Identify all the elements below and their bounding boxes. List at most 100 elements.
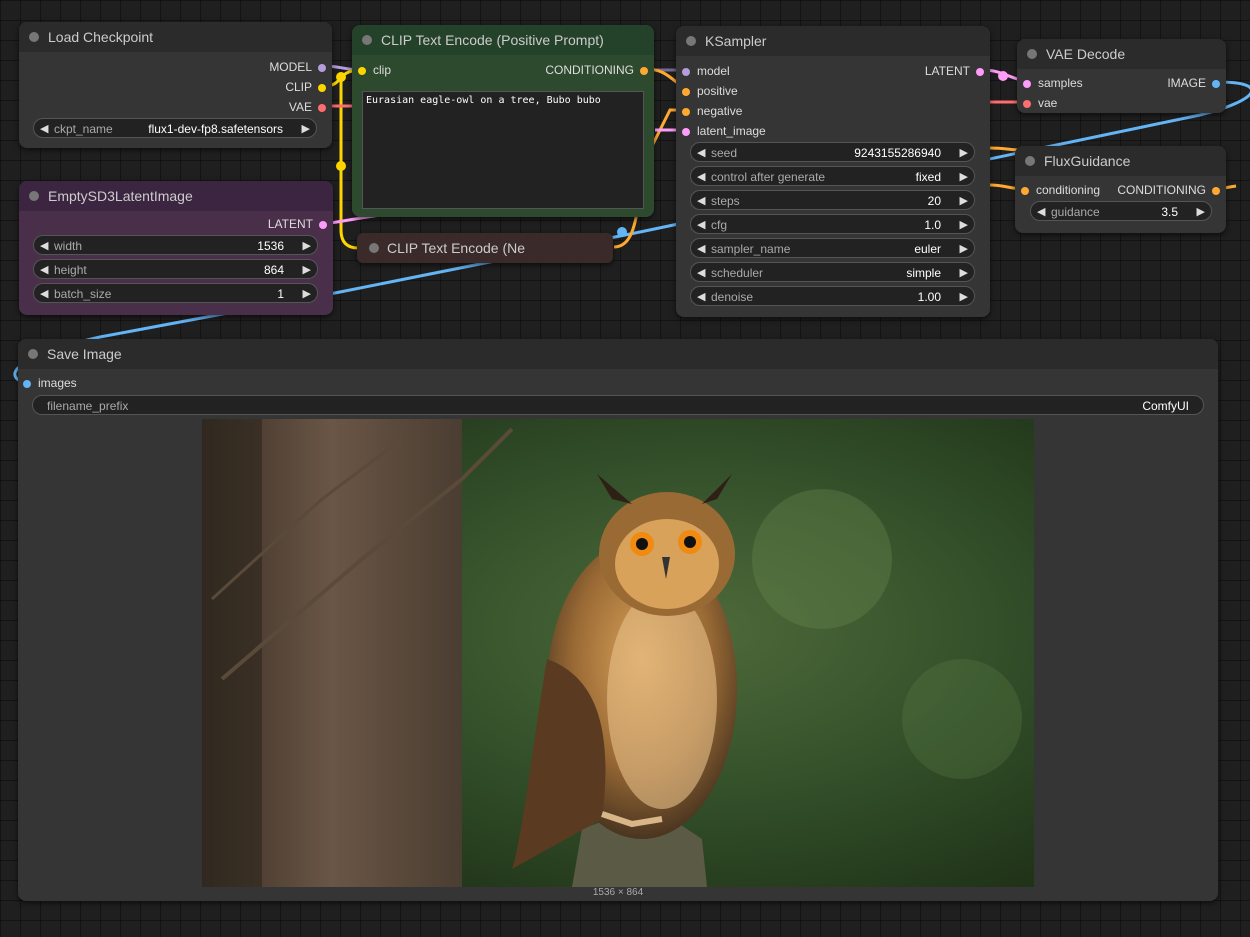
cfg-number[interactable]: ◀ cfg 1.0 ▶	[690, 214, 975, 234]
input-latent-image[interactable]: latent_image	[682, 124, 766, 138]
clip-text-encode-negative-node[interactable]: CLIP Text Encode (Ne	[357, 233, 613, 263]
denoise-number[interactable]: ◀ denoise 1.00 ▶	[690, 286, 975, 306]
node-title-bar[interactable]: Load Checkpoint	[19, 22, 332, 52]
arrow-right-icon[interactable]: ▶	[960, 143, 968, 163]
width-number[interactable]: ◀ width 1536 ▶	[33, 235, 318, 255]
node-title-bar[interactable]: Save Image	[18, 339, 1218, 369]
widget-value: 864	[263, 263, 284, 277]
arrow-left-icon[interactable]: ◀	[40, 284, 48, 304]
output-clip[interactable]: CLIP	[285, 80, 326, 94]
arrow-left-icon[interactable]: ◀	[697, 143, 705, 163]
arrow-left-icon[interactable]: ◀	[697, 191, 705, 211]
sampler-name-combo[interactable]: ◀ sampler_name euler ▶	[690, 238, 975, 258]
input-samples[interactable]: samples	[1023, 76, 1083, 90]
widget-label: steps	[711, 194, 740, 208]
arrow-right-icon[interactable]: ▶	[960, 239, 968, 259]
arrow-left-icon[interactable]: ◀	[40, 236, 48, 256]
arrow-right-icon[interactable]: ▶	[303, 260, 311, 280]
arrow-right-icon[interactable]: ▶	[302, 119, 310, 139]
node-title-bar[interactable]: KSampler	[676, 26, 990, 56]
arrow-left-icon[interactable]: ◀	[697, 287, 705, 307]
input-images[interactable]: images	[23, 376, 77, 390]
port-dot-icon[interactable]	[640, 66, 648, 75]
port-dot-icon[interactable]	[682, 107, 690, 116]
arrow-left-icon[interactable]: ◀	[697, 263, 705, 283]
port-label: positive	[697, 84, 738, 98]
input-negative[interactable]: negative	[682, 104, 742, 118]
output-model[interactable]: MODEL	[269, 60, 326, 74]
output-vae[interactable]: VAE	[289, 100, 326, 114]
port-dot-icon[interactable]	[358, 66, 366, 75]
steps-number[interactable]: ◀ steps 20 ▶	[690, 190, 975, 210]
arrow-left-icon[interactable]: ◀	[697, 215, 705, 235]
save-image-node[interactable]: Save Image images filename_prefix ComfyU…	[18, 339, 1218, 901]
port-label: IMAGE	[1167, 76, 1206, 90]
guidance-number[interactable]: ◀ guidance 3.5 ▶	[1030, 201, 1212, 221]
port-dot-icon[interactable]	[319, 220, 327, 229]
port-dot-icon[interactable]	[1023, 99, 1031, 108]
port-dot-icon[interactable]	[976, 67, 984, 76]
empty-sd3-latent-image-node[interactable]: EmptySD3LatentImage LATENT ◀ width 1536 …	[19, 181, 333, 315]
arrow-left-icon[interactable]: ◀	[1037, 202, 1045, 222]
ckpt-name-combo[interactable]: ◀ ckpt_name flux1-dev-fp8.safetensors ▶	[33, 118, 317, 138]
widget-label: denoise	[711, 290, 754, 304]
arrow-left-icon[interactable]: ◀	[697, 167, 705, 187]
seed-number[interactable]: ◀ seed 924315528694​0 ▶	[690, 142, 975, 162]
port-dot-icon[interactable]	[1212, 186, 1220, 195]
port-dot-icon[interactable]	[23, 379, 31, 388]
port-dot-icon[interactable]	[682, 87, 690, 96]
arrow-right-icon[interactable]: ▶	[960, 167, 968, 187]
output-latent[interactable]: LATENT	[925, 64, 984, 78]
clip-text-encode-positive-node[interactable]: CLIP Text Encode (Positive Prompt) clip …	[352, 25, 654, 217]
node-title-bar[interactable]: VAE Decode	[1017, 39, 1226, 69]
arrow-right-icon[interactable]: ▶	[960, 287, 968, 307]
prompt-textarea[interactable]: Eurasian eagle-owl on a tree, Bubo bubo	[362, 91, 644, 209]
arrow-left-icon[interactable]: ◀	[40, 260, 48, 280]
node-title-bar[interactable]: CLIP Text Encode (Positive Prompt)	[352, 25, 654, 55]
arrow-right-icon[interactable]: ▶	[960, 191, 968, 211]
arrow-right-icon[interactable]: ▶	[303, 236, 311, 256]
port-dot-icon[interactable]	[318, 63, 326, 72]
filename-prefix-text[interactable]: filename_prefix ComfyUI	[32, 395, 1204, 415]
ksampler-node[interactable]: KSampler model LATENT positive negative …	[676, 26, 990, 317]
load-checkpoint-node[interactable]: Load Checkpoint MODEL CLIP VAE ◀ ckpt_na…	[19, 22, 332, 148]
output-latent[interactable]: LATENT	[268, 217, 327, 231]
input-positive[interactable]: positive	[682, 84, 738, 98]
arrow-left-icon[interactable]: ◀	[40, 119, 48, 139]
port-dot-icon[interactable]	[682, 127, 690, 136]
output-image[interactable]: IMAGE	[1167, 76, 1220, 90]
flux-guidance-node[interactable]: FluxGuidance conditioning CONDITIONING ◀…	[1015, 146, 1226, 233]
input-clip[interactable]: clip	[358, 63, 391, 77]
widget-value: flux1-dev-fp8.safetensors	[148, 122, 283, 136]
port-dot-icon[interactable]	[1021, 186, 1029, 195]
arrow-right-icon[interactable]: ▶	[303, 284, 311, 304]
output-conditioning[interactable]: CONDITIONING	[545, 63, 648, 77]
port-dot-icon[interactable]	[318, 103, 326, 112]
arrow-right-icon[interactable]: ▶	[960, 263, 968, 283]
port-label: CONDITIONING	[545, 63, 634, 77]
output-conditioning[interactable]: CONDITIONING	[1117, 183, 1220, 197]
scheduler-combo[interactable]: ◀ scheduler simple ▶	[690, 262, 975, 282]
port-dot-icon[interactable]	[682, 67, 690, 76]
arrow-right-icon[interactable]: ▶	[960, 215, 968, 235]
generated-image-preview[interactable]	[202, 419, 1034, 887]
arrow-left-icon[interactable]: ◀	[697, 239, 705, 259]
node-title-bar[interactable]: EmptySD3LatentImage	[19, 181, 333, 211]
node-title-bar[interactable]: CLIP Text Encode (Ne	[357, 233, 613, 263]
height-number[interactable]: ◀ height 864 ▶	[33, 259, 318, 279]
control-after-generate-combo[interactable]: ◀ control after generate fixed ▶	[690, 166, 975, 186]
node-dot-icon	[29, 191, 39, 201]
batch-size-number[interactable]: ◀ batch_size 1 ▶	[33, 283, 318, 303]
input-vae[interactable]: vae	[1023, 96, 1057, 110]
vae-decode-node[interactable]: VAE Decode samples IMAGE vae	[1017, 39, 1226, 113]
input-conditioning[interactable]: conditioning	[1021, 183, 1100, 197]
port-dot-icon[interactable]	[318, 83, 326, 92]
input-model[interactable]: model	[682, 64, 730, 78]
widget-label: sampler_name	[711, 242, 791, 256]
widget-label: width	[54, 239, 83, 253]
widget-label: seed	[711, 146, 738, 160]
arrow-right-icon[interactable]: ▶	[1197, 202, 1205, 222]
port-dot-icon[interactable]	[1023, 79, 1031, 88]
node-title-bar[interactable]: FluxGuidance	[1015, 146, 1226, 176]
port-dot-icon[interactable]	[1212, 79, 1220, 88]
